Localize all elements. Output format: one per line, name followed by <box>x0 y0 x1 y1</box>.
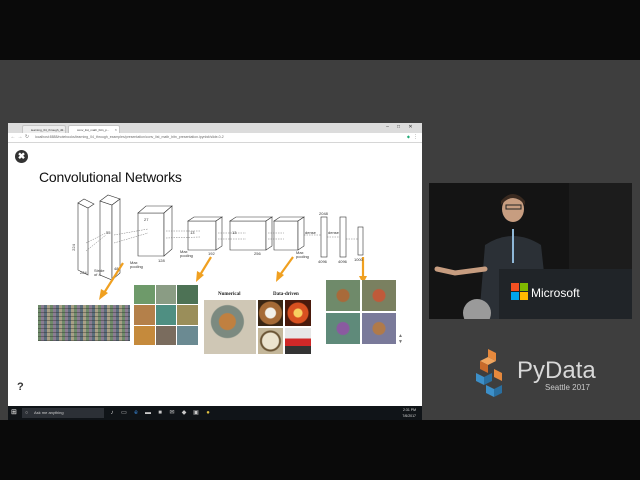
conference-name: PyData <box>517 357 596 384</box>
sponsor-logo-text: Microsoft <box>531 286 580 300</box>
alexnet-diagram <box>77 194 367 300</box>
clock-image <box>258 328 283 354</box>
speaker-camera: Microsoft <box>429 183 632 319</box>
system-clock[interactable]: 2:31 PM 7/6/2017 <box>402 407 416 419</box>
caption: 224 <box>80 270 87 275</box>
clock-date: 7/6/2017 <box>402 414 416 418</box>
caption: 27 <box>144 217 149 222</box>
caption: Max pooling <box>296 250 309 259</box>
edge-browser-icon[interactable]: e <box>132 409 140 417</box>
dense1-layer <box>320 216 328 258</box>
caption: Max pooling <box>180 249 193 258</box>
fire-image <box>285 300 311 326</box>
microphone-icon[interactable]: ♪ <box>108 409 116 417</box>
terminal-icon[interactable]: ▣ <box>192 409 200 417</box>
caption: 13 <box>232 230 237 235</box>
dog-image <box>258 300 283 326</box>
caption: 13 <box>190 230 195 235</box>
data-driven-label: Data-driven <box>273 292 299 297</box>
back-icon[interactable]: ← <box>10 134 16 141</box>
video-frame: learning_04_through_sc... × conv_list_ma… <box>0 60 640 420</box>
caption: 128 <box>158 258 165 263</box>
conv2-block <box>137 212 165 257</box>
screen-capture: learning_04_through_sc... × conv_list_ma… <box>8 123 422 420</box>
menu-icon[interactable]: ⋮ <box>413 134 418 140</box>
slide: ✖ Convolutional Networks 224 224 Stride … <box>8 143 422 406</box>
task-view-icon[interactable]: ▭ <box>120 409 128 417</box>
help-button[interactable]: ? <box>17 381 24 393</box>
search-placeholder: Ask me anything <box>34 410 64 415</box>
caption: dense <box>305 230 316 235</box>
address-bar: ← → ↻ localhost:8888/notebooks/learning_… <box>8 133 422 143</box>
minimize-button[interactable]: – <box>383 123 392 131</box>
texture-grid-image <box>134 285 198 345</box>
store-icon[interactable]: ■ <box>156 409 164 417</box>
caption: dense <box>328 230 339 235</box>
search-icon: ○ <box>25 410 29 416</box>
caption: 224 <box>70 244 76 251</box>
windows-start-icon[interactable]: ⊞ <box>11 409 17 417</box>
forward-icon[interactable]: → <box>17 134 23 141</box>
search-input[interactable]: ○ Ask me anything <box>22 408 104 418</box>
input-layer <box>77 202 89 276</box>
close-icon[interactable]: × <box>61 126 63 133</box>
pydata-logo-icon <box>476 349 502 397</box>
caption: Max pooling <box>130 260 143 269</box>
caption: 55 <box>106 230 111 235</box>
dense2-layer <box>339 216 347 258</box>
mail-icon[interactable]: ✉ <box>168 409 176 417</box>
caption: 4096 <box>318 259 327 264</box>
conv3-block <box>187 220 217 251</box>
maximize-button[interactable]: □ <box>394 123 403 131</box>
arrow <box>199 256 212 276</box>
slide-nav-controls[interactable]: ▲ ▼ <box>398 333 408 353</box>
conv5-block <box>273 220 299 251</box>
numerical-feature-image <box>204 300 256 354</box>
class-visualization-image <box>326 280 396 344</box>
url-field[interactable]: localhost:8888/notebooks/learning_04_thr… <box>35 134 395 141</box>
caption: 256 <box>254 251 261 256</box>
caption: 48 <box>114 266 119 271</box>
caption: 192 <box>208 251 215 256</box>
caption: 2048 <box>319 211 328 216</box>
output-layer <box>357 226 364 256</box>
conference-subtitle: Seattle 2017 <box>545 383 590 392</box>
caption: Stride of 4 <box>94 268 105 277</box>
car-image <box>285 328 311 354</box>
tab-notebook[interactable]: learning_04_through_sc... × <box>22 125 66 133</box>
speaker-scene: Microsoft <box>429 183 632 319</box>
caption: 1000 <box>354 257 363 262</box>
arrow <box>279 256 294 276</box>
close-window-button[interactable]: ✕ <box>406 123 415 131</box>
tab-label: conv_list_math_bitn_p... <box>77 128 110 132</box>
close-icon[interactable]: × <box>115 126 117 133</box>
file-explorer-icon[interactable]: ▬ <box>144 409 152 417</box>
conv4-block <box>229 220 267 251</box>
tab-presentation[interactable]: conv_list_math_bitn_p... × <box>68 125 120 133</box>
chrome-icon[interactable]: ● <box>204 409 212 417</box>
windows-taskbar: ⊞ ○ Ask me anything ♪ ▭ e ▬ ■ ✉ ◆ ▣ ● 2:… <box>8 406 422 420</box>
browser-tab-bar: learning_04_through_sc... × conv_list_ma… <box>8 123 422 133</box>
reload-icon[interactable]: ↻ <box>24 134 30 141</box>
app-icon[interactable]: ◆ <box>180 409 188 417</box>
caption: 4096 <box>338 259 347 264</box>
filter-grid-image <box>38 305 130 341</box>
extension-icon[interactable]: ◆ <box>407 134 410 139</box>
chevron-down-icon[interactable]: ▼ <box>398 339 408 345</box>
numerical-label: Numerical <box>218 292 241 297</box>
